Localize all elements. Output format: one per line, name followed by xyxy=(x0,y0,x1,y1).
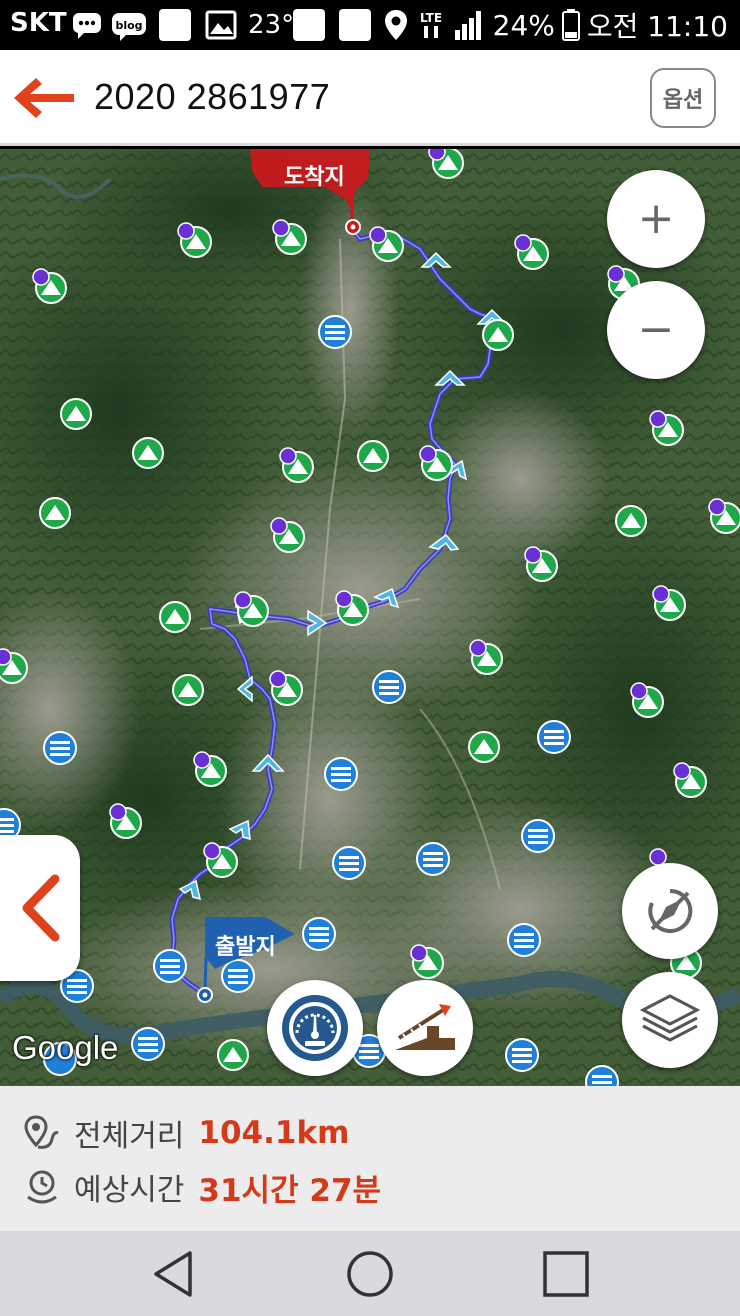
system-nav-bar xyxy=(0,1231,740,1316)
option-button[interactable]: 옵션 xyxy=(650,68,716,128)
plus-icon: + xyxy=(637,193,675,244)
location-icon xyxy=(384,10,407,40)
lte-icon: LTE xyxy=(420,11,442,38)
mountain-pin xyxy=(60,398,92,430)
route-summary-panel: 전체거리 104.1km 예상시간 31시간 27분 xyxy=(0,1086,740,1231)
back-arrow-icon[interactable] xyxy=(14,76,78,120)
mountain-pin xyxy=(172,674,204,706)
rest-area-pin xyxy=(318,315,352,349)
side-panel-toggle[interactable] xyxy=(0,835,80,981)
time-row: 예상시간 31시간 27분 xyxy=(22,1162,381,1212)
map-view[interactable]: 도착지 출발지 + − Google xyxy=(0,149,740,1086)
rest-area-pin xyxy=(332,846,366,880)
elevation-profile-button[interactable] xyxy=(377,980,473,1076)
mountain-pin xyxy=(217,1039,249,1071)
rest-area-pin xyxy=(153,949,187,983)
message-icon xyxy=(73,13,101,39)
origin-label: 출발지 xyxy=(215,935,276,960)
google-attribution: Google xyxy=(12,1029,119,1066)
rest-area-pin xyxy=(43,731,77,765)
route-pin-icon xyxy=(24,1115,59,1149)
time-label: 예상시간 xyxy=(74,1173,185,1208)
rest-area-pin xyxy=(537,720,571,754)
zoom-out-button[interactable]: − xyxy=(607,281,705,379)
layers-icon xyxy=(639,994,701,1042)
signal-icon xyxy=(454,11,481,40)
notification-square-icon xyxy=(159,9,191,41)
distance-row: 전체거리 104.1km xyxy=(22,1108,349,1158)
mountain-pin xyxy=(357,440,389,472)
notification-square-icon xyxy=(293,9,325,41)
rest-area-pin xyxy=(505,1038,539,1072)
rest-area-pin xyxy=(507,923,541,957)
svg-text:LTE: LTE xyxy=(420,11,442,25)
blog-icon: blog xyxy=(112,13,146,41)
layers-button[interactable] xyxy=(622,972,718,1068)
mountain-pin xyxy=(132,437,164,469)
elevation-icon xyxy=(395,1004,455,1050)
svg-text:blog: blog xyxy=(115,19,142,32)
carrier-label: SKT xyxy=(10,8,67,38)
status-right: LTE 24% 오전 11:10 xyxy=(383,7,728,43)
battery-icon xyxy=(561,9,580,41)
distance-value: 104.1km xyxy=(198,1115,350,1151)
destination-label: 도착지 xyxy=(284,165,345,190)
zoom-in-button[interactable]: + xyxy=(607,170,705,268)
app-header: 2020 2861977 옵션 xyxy=(0,50,740,146)
time-value: 31시간 27분 xyxy=(198,1172,382,1209)
page-title: 2020 2861977 xyxy=(94,76,331,117)
speedometer-icon xyxy=(282,995,348,1061)
status-bar: SKT blog 23° LTE 24% 오전 11:10 xyxy=(0,0,740,50)
mountain-pin xyxy=(159,601,191,633)
mountain-pin-badged xyxy=(482,319,514,351)
rest-area-pin xyxy=(324,757,358,791)
rest-area-pin xyxy=(221,959,255,993)
speed-settings-button[interactable] xyxy=(267,980,363,1076)
clock-pin-icon xyxy=(27,1170,57,1204)
home-circle-icon[interactable] xyxy=(343,1247,397,1301)
rest-area-pin xyxy=(372,670,406,704)
mountain-pin xyxy=(615,505,647,537)
compass-off-icon xyxy=(648,888,693,933)
image-icon xyxy=(205,10,237,40)
battery-percent: 24% xyxy=(492,8,555,42)
compass-toggle-button[interactable] xyxy=(622,863,718,959)
rest-area-pin xyxy=(302,917,336,951)
recents-square-icon[interactable] xyxy=(539,1247,593,1301)
mountain-pin xyxy=(39,497,71,529)
mountain-pin xyxy=(468,731,500,763)
notification-square-icon xyxy=(339,9,371,41)
distance-label: 전체거리 xyxy=(74,1119,185,1154)
rest-area-pin xyxy=(521,819,555,853)
rest-area-pin xyxy=(416,842,450,876)
clock: 오전 11:10 xyxy=(586,10,728,43)
chevron-left-icon xyxy=(22,874,60,942)
back-triangle-icon[interactable] xyxy=(148,1247,202,1301)
minus-icon: − xyxy=(637,304,675,355)
rest-area-pin xyxy=(131,1027,165,1061)
temperature-label: 23° xyxy=(248,10,295,40)
